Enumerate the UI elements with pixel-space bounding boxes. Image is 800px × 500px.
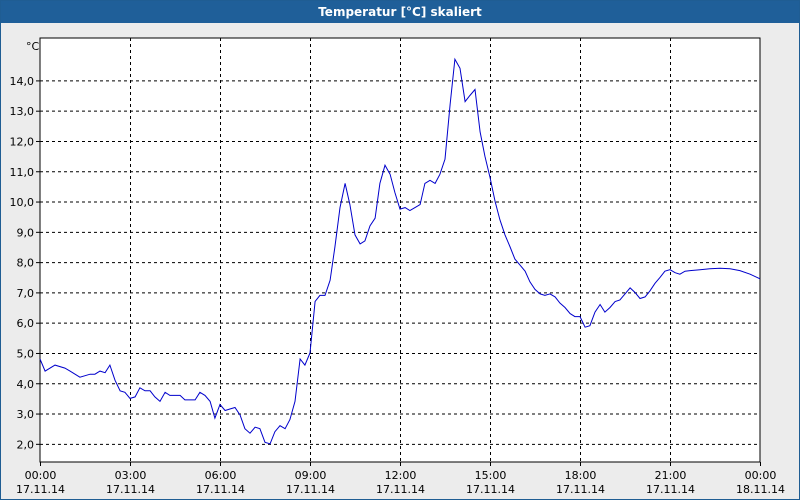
- x-tick-time-label: 03:00: [115, 469, 147, 482]
- x-tick-time-label: 15:00: [475, 469, 507, 482]
- y-tick-label: 8,0: [17, 257, 35, 270]
- x-tick-time-label: 06:00: [205, 469, 237, 482]
- x-tick-date-label: 18.11.14: [736, 483, 785, 496]
- x-tick-date-label: 17.11.14: [376, 483, 425, 496]
- x-tick-time-label: 21:00: [655, 469, 687, 482]
- x-axis-ticks: 00:0017.11.1403:0017.11.1406:0017.11.140…: [16, 462, 785, 496]
- y-tick-label: 14,0: [10, 75, 35, 88]
- y-tick-label: 6,0: [17, 317, 35, 330]
- y-axis-unit-label: °C: [26, 40, 40, 53]
- x-tick-time-label: 12:00: [385, 469, 417, 482]
- x-tick-date-label: 17.11.14: [286, 483, 335, 496]
- x-tick-time-label: 18:00: [565, 469, 597, 482]
- x-tick-time-label: 00:00: [25, 469, 57, 482]
- x-tick-date-label: 17.11.14: [646, 483, 695, 496]
- x-tick-date-label: 17.11.14: [106, 483, 155, 496]
- y-tick-label: 12,0: [10, 135, 35, 148]
- y-tick-label: 2,0: [17, 438, 35, 451]
- y-tick-label: 11,0: [10, 166, 35, 179]
- y-tick-label: 13,0: [10, 105, 35, 118]
- x-tick-time-label: 00:00: [745, 469, 777, 482]
- y-tick-label: 7,0: [17, 287, 35, 300]
- x-tick-date-label: 17.11.14: [196, 483, 245, 496]
- x-tick-date-label: 17.11.14: [16, 483, 65, 496]
- y-tick-label: 9,0: [17, 226, 35, 239]
- y-tick-label: 5,0: [17, 347, 35, 360]
- x-tick-date-label: 17.11.14: [556, 483, 605, 496]
- temperature-chart: 2,0 3,0 4,0 5,0 6,0 7,0 8,0 9,0 10,0 11,0 12,0 13,0…: [10, 37, 785, 496]
- x-tick-date-label: 17.11.14: [466, 483, 515, 496]
- y-axis-ticks: 2,0 3,0 4,0 5,0 6,0 7,0 8,0 9,0 10,0 11,0 12,0 13,0…: [10, 75, 40, 451]
- y-tick-label: 3,0: [17, 408, 35, 421]
- y-tick-label: 10,0: [10, 196, 35, 209]
- x-tick-time-label: 09:00: [295, 469, 327, 482]
- y-tick-label: 4,0: [17, 378, 35, 391]
